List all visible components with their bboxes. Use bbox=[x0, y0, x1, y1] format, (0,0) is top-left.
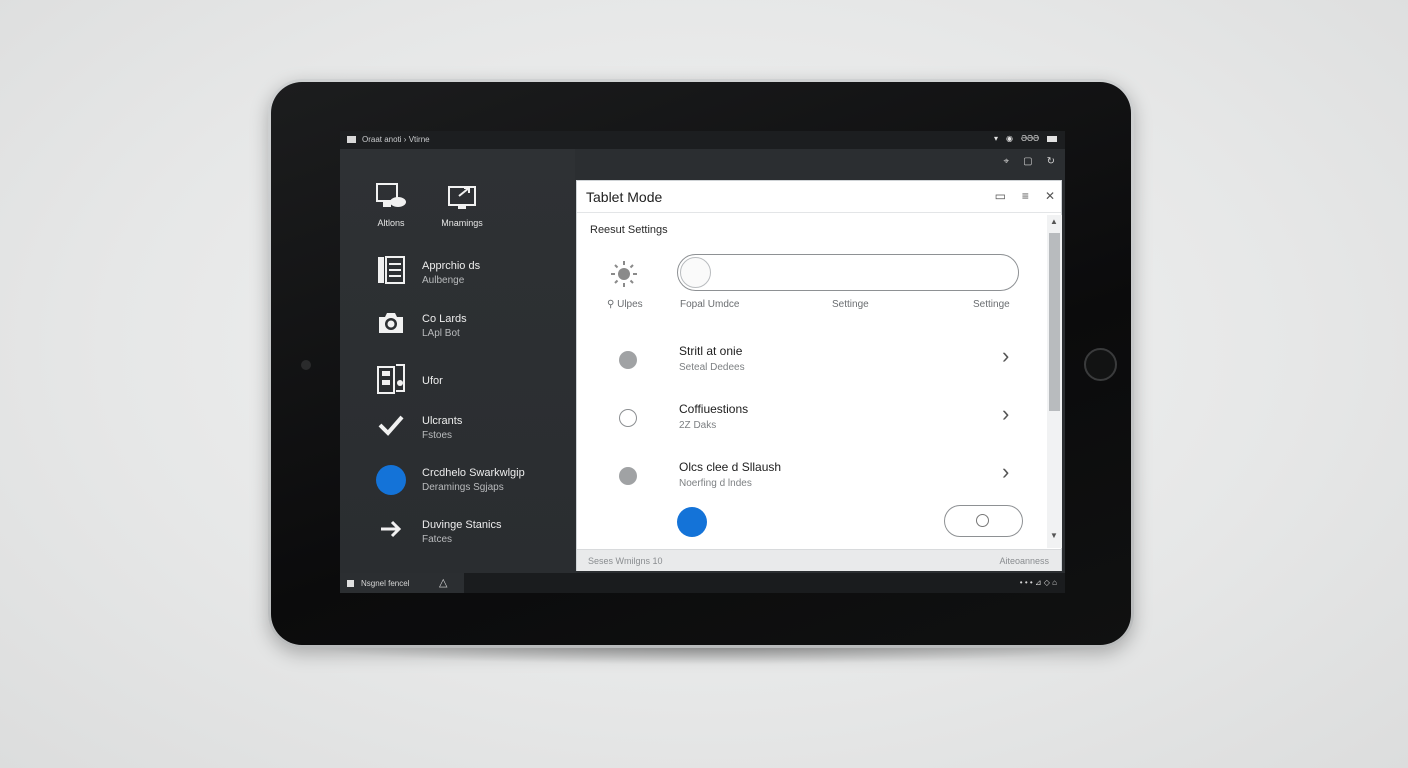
status-dot bbox=[619, 409, 637, 427]
blue-action-button[interactable] bbox=[677, 507, 707, 537]
settings-row[interactable]: Coffiuestions 2Z Daks › bbox=[577, 401, 1047, 451]
status-right-text: Aiteoanness bbox=[999, 556, 1049, 566]
sidebar-item-sublabel: LApl Bot bbox=[422, 328, 460, 339]
sidebar-item-duvinge[interactable]: Duvinge Stanics Fatces bbox=[374, 518, 502, 547]
signal-text: ƏƏƏ bbox=[1020, 134, 1039, 143]
tablet-screen: Oraat anoti › Vtirne ▾ ◉ ƏƏƏ ⌖ ▢ ↻ Altlo… bbox=[340, 131, 1065, 593]
chevron-right-icon[interactable]: › bbox=[1002, 343, 1009, 369]
segment-label: Settinge bbox=[973, 299, 1010, 310]
camera-dot bbox=[301, 360, 311, 370]
desktop-cloud-icon bbox=[368, 182, 414, 218]
taskbar-label: Nsgnel fencel bbox=[361, 579, 410, 588]
monitor-share-icon bbox=[436, 182, 488, 218]
section-label: Reesut Settings bbox=[590, 224, 668, 236]
blue-circle-icon bbox=[376, 465, 406, 495]
pin-icon[interactable]: ⌖ bbox=[1004, 156, 1010, 167]
dialog-title: Tablet Mode bbox=[586, 189, 663, 205]
sidebar-item-label: Ulcrants bbox=[422, 415, 463, 427]
row-subtitle: Noerfing d lndes bbox=[679, 478, 752, 489]
toggle-switch[interactable] bbox=[944, 505, 1023, 537]
wifi-icon: ▾ bbox=[993, 134, 998, 143]
document-lines-icon bbox=[374, 254, 408, 293]
close-icon[interactable]: ✕ bbox=[1045, 189, 1055, 203]
secondary-toolbar: ⌖ ▢ ↻ bbox=[1004, 156, 1055, 167]
chevron-right-icon[interactable]: › bbox=[1002, 459, 1009, 485]
tile-label: Mnamings bbox=[441, 218, 483, 228]
settings-row[interactable]: Olcs clee d Sllaush Noerfing d lndes › bbox=[577, 459, 1047, 509]
status-dot bbox=[619, 467, 637, 485]
sidebar-item-ufor[interactable]: Ufor bbox=[374, 361, 443, 402]
segment-labels: ⚲ Ulpes Fopal Umdce Settinge Settinge bbox=[577, 299, 1047, 313]
sidebar-item-sublabel: Aulbenge bbox=[422, 275, 465, 286]
menu-icon[interactable]: ≡ bbox=[1022, 189, 1029, 203]
square-icon[interactable]: ▢ bbox=[1023, 156, 1032, 167]
chevron-right-icon[interactable]: › bbox=[1002, 401, 1009, 427]
sidebar-item-sublabel: Fstoes bbox=[422, 430, 453, 441]
segment-label: Fopal Umdce bbox=[680, 299, 740, 310]
mode-slider-toggle[interactable] bbox=[677, 254, 1019, 291]
slider-knob[interactable] bbox=[680, 257, 711, 288]
camera-icon bbox=[374, 309, 408, 344]
settings-row[interactable]: Stritl at onie Seteal Dedees › bbox=[577, 343, 1047, 393]
scroll-thumb[interactable] bbox=[1049, 233, 1060, 411]
topbar-title: Oraat anoti › Vtirne bbox=[362, 135, 430, 144]
location-icon: ◉ bbox=[1005, 134, 1013, 143]
sidebar-item-sublabel: Deramings Sgjaps bbox=[422, 481, 504, 493]
segment-label: ⚲ Ulpes bbox=[607, 299, 643, 310]
battery-icon bbox=[1047, 135, 1057, 142]
sidebar: Altlons Mnamings Apprchio ds Aulbenge Co… bbox=[340, 149, 575, 573]
brightness-icon bbox=[609, 259, 639, 296]
status-left-text: Seses Wmilgns 10 bbox=[588, 556, 663, 566]
segment-label: Settinge bbox=[832, 299, 869, 310]
scroll-up-icon[interactable]: ▲ bbox=[1050, 217, 1058, 226]
sidebar-item-label: Apprchio ds bbox=[422, 260, 481, 272]
row-title: Stritl at onie bbox=[679, 344, 743, 358]
sidebar-item-crcdhelo[interactable]: Crcdhelo Swarkwlgip Deramings Sgjaps bbox=[374, 465, 525, 495]
home-button[interactable] bbox=[1084, 348, 1117, 381]
tablet-mode-dialog: Tablet Mode ▭ ≡ ✕ Reesut Settings ⚲ Ulpe… bbox=[576, 180, 1062, 571]
tile-mnamings[interactable]: Mnamings bbox=[436, 182, 488, 228]
taskbar-start[interactable]: Nsgnel fencel △ bbox=[340, 573, 464, 593]
sidebar-item-label: Duvinge Stanics bbox=[422, 519, 502, 531]
sidebar-item-ulcrants[interactable]: Ulcrants Fstoes bbox=[374, 413, 462, 444]
vertical-scrollbar[interactable]: ▲ ▼ bbox=[1047, 215, 1062, 548]
system-icons: ▾ ◉ ƏƏƏ bbox=[994, 134, 1057, 143]
scroll-down-icon[interactable]: ▼ bbox=[1050, 531, 1058, 540]
dialog-status-bar: Seses Wmilgns 10 Aiteoanness bbox=[577, 549, 1061, 571]
warning-icon[interactable]: △ bbox=[439, 576, 447, 589]
sidebar-item-sublabel: Fatces bbox=[422, 534, 453, 545]
sidebar-item-apprchio[interactable]: Apprchio ds Aulbenge bbox=[374, 254, 480, 293]
window-icon[interactable] bbox=[347, 136, 356, 143]
row-subtitle: 2Z Daks bbox=[679, 420, 717, 431]
sidebar-item-label: Crcdhelo Swarkwlgip bbox=[422, 466, 525, 479]
redo-icon[interactable]: ↻ bbox=[1047, 156, 1055, 167]
row-subtitle: Seteal Dedees bbox=[679, 362, 745, 373]
row-title: Olcs clee d Sllaush bbox=[679, 460, 782, 474]
sidebar-item-label: Co Lards bbox=[422, 313, 467, 325]
row-title: Coffiuestions bbox=[679, 402, 749, 416]
tile-label: Altlons bbox=[377, 218, 405, 228]
window-controls: ▭ ≡ ✕ bbox=[995, 189, 1055, 203]
system-tray[interactable]: • • • ⊿ ◇ ⌂ bbox=[1020, 578, 1057, 587]
status-dot bbox=[619, 351, 637, 369]
top-status-bar: Oraat anoti › Vtirne ▾ ◉ ƏƏƏ bbox=[340, 131, 1065, 149]
arrow-right-icon bbox=[374, 518, 408, 547]
tile-altlons[interactable]: Altlons bbox=[368, 182, 414, 228]
minimize-icon[interactable]: ▭ bbox=[995, 189, 1006, 203]
title-divider bbox=[577, 212, 1061, 213]
toggle-knob bbox=[976, 514, 989, 527]
checkmark-icon bbox=[374, 413, 408, 444]
taskbar: Nsgnel fencel △ • • • ⊿ ◇ ⌂ bbox=[340, 573, 1065, 593]
device-panel-icon bbox=[374, 361, 408, 402]
sidebar-item-colards[interactable]: Co Lards LApl Bot bbox=[374, 309, 467, 344]
sidebar-item-label: Ufor bbox=[422, 375, 443, 387]
start-icon[interactable] bbox=[347, 580, 354, 587]
